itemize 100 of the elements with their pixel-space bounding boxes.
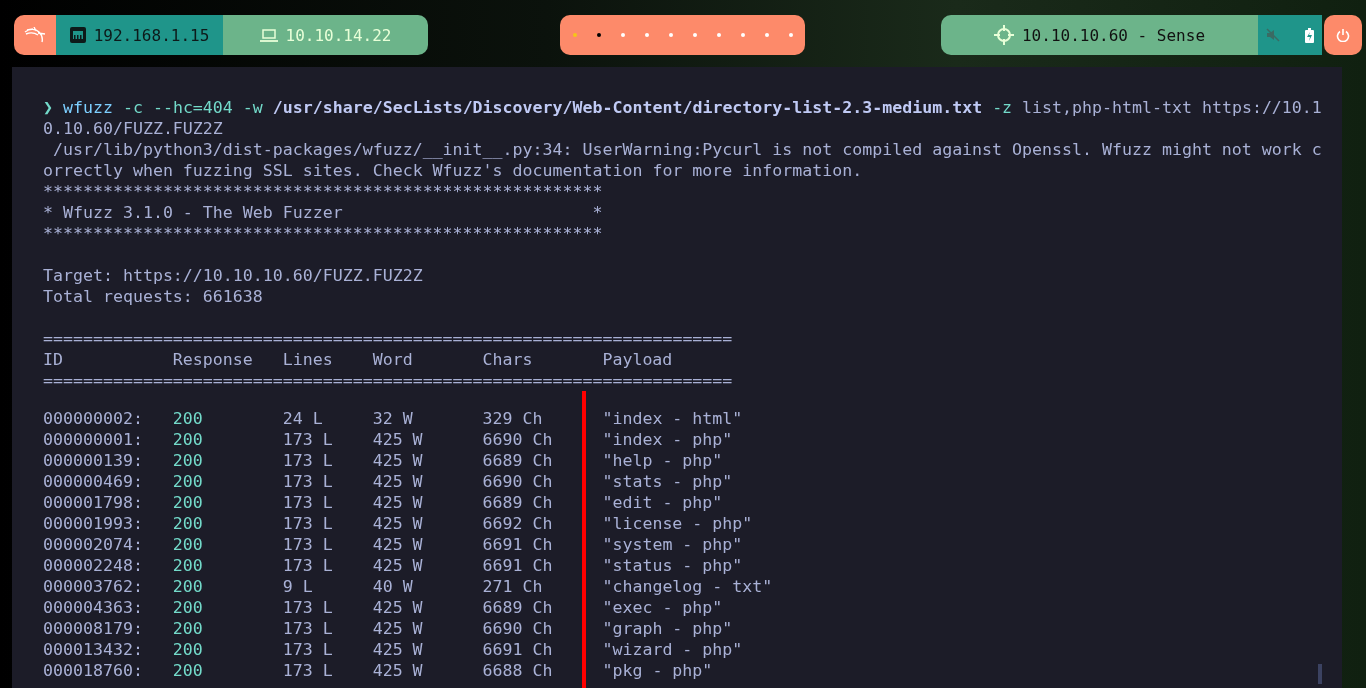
banner-line: ******************************************************** bbox=[43, 223, 604, 244]
workspace-dot[interactable] bbox=[620, 33, 625, 37]
table-cell: 000002248: bbox=[43, 555, 143, 576]
table-cell: 200 bbox=[172, 576, 203, 597]
table-cell: 425 W bbox=[372, 492, 423, 513]
battery-icon[interactable] bbox=[1304, 27, 1314, 43]
column-header: Lines bbox=[282, 349, 333, 370]
table-cell-text: "wizard - php" bbox=[601, 639, 743, 660]
table-cell: 32 W bbox=[372, 408, 413, 429]
table-cell: 425 W bbox=[372, 429, 423, 450]
table-cell: 000002074: bbox=[43, 534, 143, 555]
column-header: Payload bbox=[602, 349, 673, 370]
table-cell: 425 W bbox=[372, 660, 423, 681]
table-cell: 000001993: bbox=[43, 513, 143, 534]
table-cell: 200 bbox=[172, 492, 203, 513]
table-cell-text: "edit - php" bbox=[601, 492, 723, 513]
target-line: Target: https://10.10.10.60/FUZZ.FUZ2Z bbox=[43, 265, 424, 286]
laptop-icon bbox=[259, 28, 278, 42]
table-cell-text: "changelog - txt" bbox=[601, 576, 773, 597]
table-cell: 24 L bbox=[282, 408, 323, 429]
table-cell: 200 bbox=[172, 639, 203, 660]
column-header: Chars bbox=[482, 349, 533, 370]
workspace-dot[interactable] bbox=[572, 33, 577, 37]
table-cell: 200 bbox=[172, 450, 203, 471]
table-cell: 200 bbox=[172, 660, 203, 681]
table-cell: 173 L bbox=[282, 618, 333, 639]
table-cell: 000003762: bbox=[43, 576, 143, 597]
column-header: Word bbox=[372, 349, 413, 370]
table-cell-text: "pkg - php" bbox=[601, 660, 713, 681]
table-cell: 425 W bbox=[372, 471, 423, 492]
column-header: Response bbox=[172, 349, 253, 370]
table-cell-text: "system - php" bbox=[601, 534, 743, 555]
ethernet-icon bbox=[69, 27, 86, 43]
table-cell: 200 bbox=[172, 534, 203, 555]
lan-ip-text: 192.168.1.15 bbox=[93, 25, 210, 45]
separator-line: ===================================================================== bbox=[43, 370, 734, 391]
scrollbar-thumb bbox=[1318, 664, 1322, 684]
table-cell: 173 L bbox=[282, 492, 333, 513]
workspace-dot[interactable] bbox=[716, 33, 721, 37]
dragon-icon bbox=[24, 27, 46, 43]
table-cell: 200 bbox=[172, 429, 203, 450]
table-cell: 200 bbox=[172, 471, 203, 492]
table-cell: 6691 Ch bbox=[482, 639, 553, 660]
power-button[interactable] bbox=[1324, 15, 1362, 55]
table-cell-text: "index - html" bbox=[601, 408, 743, 429]
crosshair-icon bbox=[994, 25, 1014, 45]
command-line: ❯ wfuzz -c --hc=404 -w /usr/share/SecLists/Discovery/Web-Content/directory-list-2.3-medium.txt -z list,php-html-txt https://10.10.10.60/FUZZ.FUZ2Z bbox=[43, 97, 1323, 139]
table-cell: 6690 Ch bbox=[482, 429, 553, 450]
workspace-dot[interactable] bbox=[644, 33, 649, 37]
table-cell: 425 W bbox=[372, 534, 423, 555]
table-cell: 271 Ch bbox=[482, 576, 543, 597]
table-cell: 173 L bbox=[282, 534, 333, 555]
table-cell: 000001798: bbox=[43, 492, 143, 513]
table-cell: 173 L bbox=[282, 471, 333, 492]
table-cell: 200 bbox=[172, 513, 203, 534]
banner-line: ******************************************************** bbox=[43, 181, 604, 202]
table-cell: 6689 Ch bbox=[482, 597, 553, 618]
table-cell: 000000001: bbox=[43, 429, 143, 450]
workspace-dot[interactable] bbox=[764, 33, 769, 37]
table-cell-text: "stats - php" bbox=[601, 471, 733, 492]
table-cell: 425 W bbox=[372, 513, 423, 534]
table-cell: 6691 Ch bbox=[482, 534, 553, 555]
table-cell-text: "exec - php" bbox=[601, 597, 723, 618]
table-cell: 000004363: bbox=[43, 597, 143, 618]
table-cell: 6690 Ch bbox=[482, 471, 553, 492]
table-cell: 425 W bbox=[372, 618, 423, 639]
table-cell: 000008179: bbox=[43, 618, 143, 639]
table-cell: 9 L bbox=[282, 576, 313, 597]
table-cell: 329 Ch bbox=[482, 408, 543, 429]
table-cell-text: "graph - php" bbox=[601, 618, 733, 639]
workspace-dot[interactable] bbox=[668, 33, 673, 37]
table-cell: 6691 Ch bbox=[482, 555, 553, 576]
table-cell: 173 L bbox=[282, 639, 333, 660]
table-cell: 173 L bbox=[282, 450, 333, 471]
launcher-button[interactable] bbox=[14, 15, 56, 55]
table-cell: 425 W bbox=[372, 555, 423, 576]
workspace-dot[interactable] bbox=[596, 33, 601, 37]
table-cell: 200 bbox=[172, 618, 203, 639]
table-cell: 425 W bbox=[372, 639, 423, 660]
vpn-ip-text: 10.10.14.22 bbox=[285, 25, 392, 45]
workspace-dot[interactable] bbox=[692, 33, 697, 37]
muted-speaker-icon[interactable] bbox=[1266, 28, 1281, 42]
power-icon bbox=[1336, 28, 1350, 42]
workspace-dot[interactable] bbox=[740, 33, 745, 37]
table-cell: 200 bbox=[172, 555, 203, 576]
table-cell: 40 W bbox=[372, 576, 413, 597]
table-cell: 000018760: bbox=[43, 660, 143, 681]
table-cell-text: "index - php" bbox=[601, 429, 733, 450]
table-cell: 6688 Ch bbox=[482, 660, 553, 681]
table-cell-text: "status - php" bbox=[601, 555, 743, 576]
table-cell: 6690 Ch bbox=[482, 618, 553, 639]
target-text: 10.10.10.60 - Sense bbox=[1022, 25, 1205, 45]
table-cell: 425 W bbox=[372, 450, 423, 471]
separator-line: ===================================================================== bbox=[43, 328, 734, 349]
table-cell-text: "help - php" bbox=[601, 450, 723, 471]
table-cell: 173 L bbox=[282, 555, 333, 576]
table-cell: 6689 Ch bbox=[482, 492, 553, 513]
workspace-dot[interactable] bbox=[788, 33, 793, 37]
table-cell-text: "license - php" bbox=[601, 513, 753, 534]
table-cell: 200 bbox=[172, 408, 203, 429]
